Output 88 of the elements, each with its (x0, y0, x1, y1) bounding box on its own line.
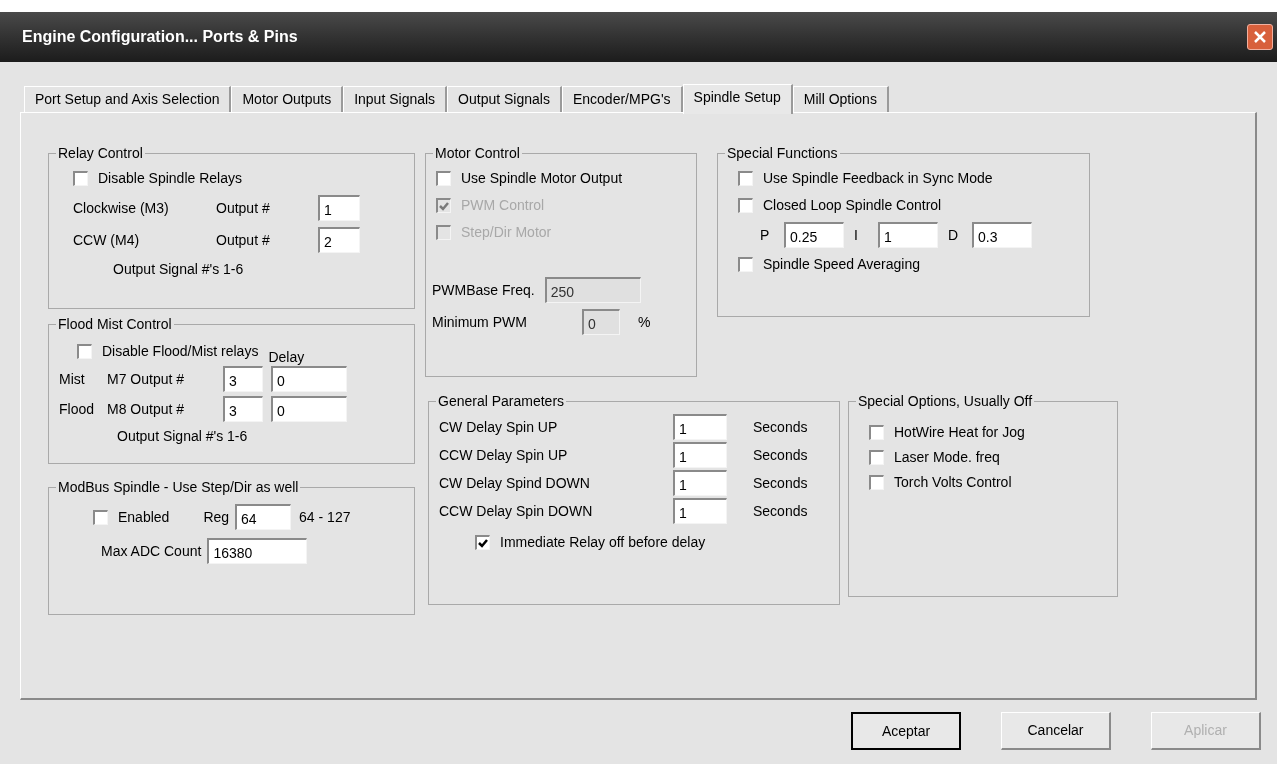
checkbox-label: Step/Dir Motor (461, 223, 552, 242)
field-label: D (948, 225, 960, 245)
input-field[interactable]: 3 (223, 366, 263, 392)
column-header: Delay (268, 348, 305, 367)
checkbox-label: Use Spindle Motor Output (461, 169, 623, 188)
unit-label: Seconds (753, 417, 808, 437)
field-label: CW Delay Spind DOWN (439, 473, 591, 493)
tab[interactable]: Port Setup and Axis Selection (24, 86, 232, 112)
input-field[interactable]: 1 (673, 414, 727, 440)
field-label: M7 Output # (107, 369, 186, 389)
checkbox-label: Enabled (118, 507, 170, 527)
field-label: CCW (M4) (73, 230, 141, 250)
group-title: Special Functions (726, 144, 839, 163)
checkbox[interactable] (869, 425, 884, 440)
field-label: CCW Delay Spin UP (439, 445, 569, 465)
tab[interactable]: Motor Outputs (231, 86, 344, 112)
checkmark-icon (478, 538, 488, 548)
group-title: Special Options, Usually Off (857, 392, 1034, 411)
checkbox[interactable] (93, 509, 108, 525)
checkbox-label: PWM Control (461, 196, 545, 215)
field-label: CW Delay Spin UP (439, 417, 559, 437)
input-field[interactable]: 1 (673, 442, 727, 468)
field-label: Flood (59, 399, 96, 419)
dialog-button[interactable]: Aceptar (851, 712, 961, 750)
field-label: CCW Delay Spin DOWN (439, 501, 594, 521)
input-field[interactable]: 2 (318, 227, 360, 253)
input-field[interactable]: 1 (673, 470, 727, 496)
field-label: Clockwise (M3) (73, 198, 170, 218)
input-field[interactable]: 1 (318, 195, 360, 221)
unit-label: % (638, 312, 651, 332)
checkbox-label: Use Spindle Feedback in Sync Mode (763, 169, 993, 188)
tab[interactable]: Encoder/MPG's (561, 86, 683, 112)
tab[interactable]: Input Signals (343, 86, 448, 112)
checkbox-label: Immediate Relay off before delay (500, 533, 706, 552)
checkbox[interactable] (73, 171, 88, 186)
checkbox[interactable] (77, 344, 92, 359)
group-title: Motor Control (434, 144, 521, 163)
input-field[interactable]: 0 (271, 366, 347, 392)
checkbox-label: HotWire Heat for Jog (894, 423, 1025, 442)
group-title: ModBus Spindle - Use Step/Dir as well (57, 478, 300, 497)
unit-label: Seconds (753, 445, 808, 465)
hint-text: Output Signal #'s 1-6 (116, 427, 249, 446)
tab[interactable]: Spindle Setup (682, 84, 793, 114)
checkbox[interactable] (738, 198, 753, 213)
checkbox-label: Spindle Speed Averaging (763, 255, 920, 274)
checkbox[interactable] (869, 475, 884, 490)
close-button[interactable] (1247, 24, 1273, 50)
field-label: M8 Output # (107, 399, 186, 419)
input-field[interactable]: 3 (223, 396, 263, 422)
input-field[interactable]: 0 (271, 396, 347, 422)
checkbox[interactable] (869, 450, 884, 465)
checkbox[interactable] (436, 171, 451, 186)
field-label: Reg (203, 507, 230, 527)
field-label: I (854, 225, 859, 245)
input-field[interactable]: 1 (878, 222, 938, 248)
field-label: Output # (216, 230, 271, 250)
input-field[interactable]: 0.3 (972, 222, 1032, 248)
hint-text: Output Signal #'s 1-6 (112, 260, 245, 279)
group-title: General Parameters (437, 392, 566, 411)
input-field[interactable]: 0.25 (784, 222, 844, 248)
checkbox-label: Disable Spindle Relays (98, 169, 242, 188)
input-field[interactable]: 16380 (207, 538, 308, 564)
window-title: Engine Configuration... Ports & Pins (22, 27, 298, 47)
checkbox-label: Torch Volts Control (894, 473, 1012, 492)
unit-label: Seconds (753, 473, 808, 493)
input-field[interactable]: 64 (235, 504, 292, 530)
field-label: Minimum PWM (432, 312, 528, 332)
field-label: Mist (59, 369, 86, 389)
tab[interactable]: Mill Options (792, 86, 889, 112)
checkbox[interactable] (738, 171, 753, 186)
dialog-button[interactable]: Cancelar (1001, 712, 1111, 750)
checkbox[interactable] (475, 535, 490, 550)
close-icon (1253, 30, 1267, 44)
checkbox[interactable] (738, 257, 753, 272)
field-label: Output # (216, 198, 271, 218)
unit-label: Seconds (753, 501, 808, 521)
group-title: Flood Mist Control (57, 315, 173, 334)
tab[interactable]: Output Signals (447, 86, 562, 112)
group-title: Relay Control (57, 144, 144, 163)
field-label: 64 - 127 (299, 507, 351, 527)
input-field[interactable]: 1 (673, 498, 727, 524)
field-label: PWMBase Freq. (432, 280, 535, 300)
checkbox-label: Closed Loop Spindle Control (763, 196, 942, 215)
checkbox-label: Laser Mode. freq (894, 448, 1000, 467)
field-label: P (760, 225, 771, 245)
checkmark-icon (439, 201, 449, 211)
field-label: Max ADC Count (101, 541, 202, 561)
checkbox-label: Disable Flood/Mist relays (102, 342, 259, 361)
